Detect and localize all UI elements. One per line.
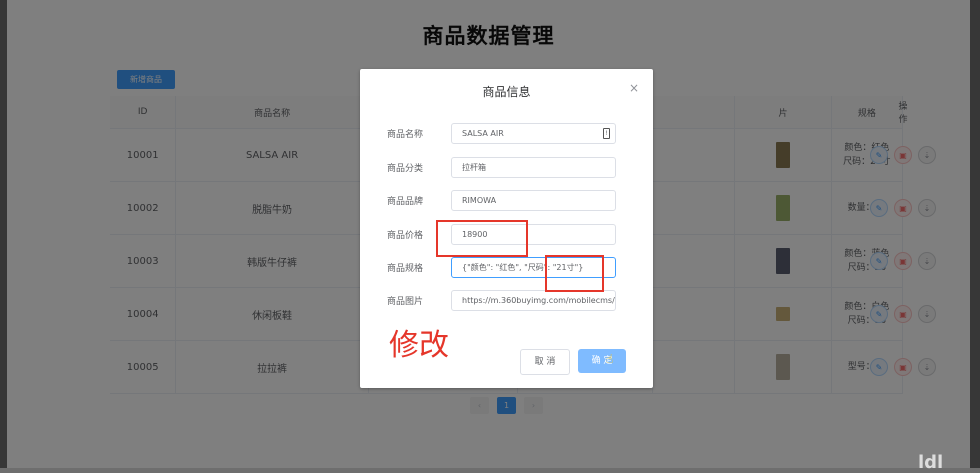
field-value: 拉杆箱 xyxy=(462,163,486,172)
confirm-button[interactable]: 确 定 xyxy=(578,349,626,373)
product-brand-input[interactable]: RIMOWA xyxy=(451,190,616,211)
annotation-text: 修改 xyxy=(389,328,449,363)
close-icon[interactable]: × xyxy=(629,81,639,95)
field-label: 商品规格 xyxy=(386,264,423,274)
dialog-title: 商品信息 xyxy=(482,85,531,99)
highlight-box-price xyxy=(436,220,528,257)
form-row-brand: 商品品牌 RIMOWA xyxy=(360,190,616,211)
form-row-name: 商品名称 SALSA AIR! xyxy=(360,123,616,144)
product-image-input[interactable]: https://m.360buyimg.com/mobilecms/s720 xyxy=(451,290,616,311)
field-label: 商品名称 xyxy=(386,130,423,140)
field-value: https://m.360buyimg.com/mobilecms/s720 xyxy=(462,296,615,305)
form-row-category: 商品分类 拉杆箱 xyxy=(360,157,616,178)
input-suffix-icon: ! xyxy=(603,128,610,139)
form-row-image: 商品图片 https://m.360buyimg.com/mobilecms/s… xyxy=(360,290,616,311)
cancel-button[interactable]: 取 消 xyxy=(520,349,570,375)
hand-cursor-icon: ☝ xyxy=(606,352,614,366)
highlight-box-spec xyxy=(545,255,604,292)
field-label: 商品品牌 xyxy=(386,197,423,207)
field-label: 商品图片 xyxy=(386,297,423,307)
field-label: 商品价格 xyxy=(386,231,423,241)
field-value: RIMOWA xyxy=(462,196,497,205)
product-category-input[interactable]: 拉杆箱 xyxy=(451,157,616,178)
product-name-input[interactable]: SALSA AIR! xyxy=(451,123,616,144)
field-label: 商品分类 xyxy=(386,164,423,174)
corner-watermark: ldl xyxy=(918,452,944,473)
field-value: SALSA AIR xyxy=(462,129,504,138)
